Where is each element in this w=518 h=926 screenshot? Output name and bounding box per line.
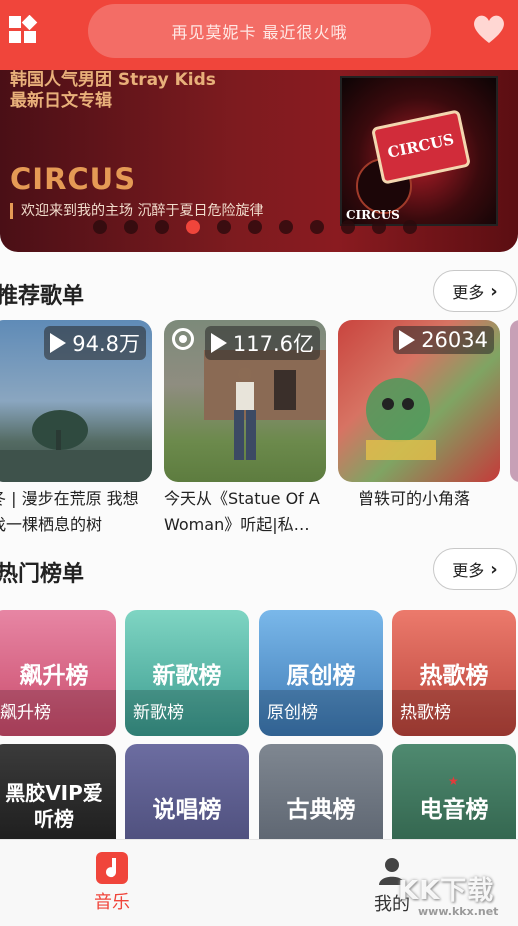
radio-icon (172, 328, 194, 350)
play-count: 117.6亿 (232, 332, 314, 356)
playlist-name: 曾轶可的小角落 (358, 489, 471, 508)
banner-pagination-dots (93, 220, 417, 234)
chart-card-title: 说唱榜 (152, 797, 222, 823)
chart-card-title: 电音榜 (419, 797, 489, 823)
banner-subtitle: 韩国人气男团 Stray Kids 最新日文专辑 (10, 70, 216, 111)
chart-card-title: 黑胶VIP爱听榜 (5, 781, 103, 831)
chevron-right-icon: › (490, 558, 498, 580)
playlist-card[interactable]: 26034 曾轶可的小角落 (338, 320, 500, 512)
play-count: 26034 (421, 328, 488, 352)
nav-label: 音乐 (94, 892, 130, 913)
recommend-more-button[interactable]: 更多 › (433, 270, 517, 312)
pagination-dot[interactable] (155, 220, 169, 234)
play-count-badge: 26034 (393, 326, 494, 354)
playlist-card[interactable]: 117.6亿 今天从《Statue Of A Woman》听起|私… (164, 320, 326, 538)
playlist-name: 冬 | 漫步在荒原 我想找一棵栖息的树 (0, 489, 139, 534)
chart-card-title: 原创榜 (286, 663, 356, 689)
play-count-badge: 94.8万 (44, 326, 146, 360)
more-label: 更多 (452, 283, 485, 302)
chart-card-title: 新歌榜 (152, 663, 222, 689)
playlist-name: 今天从《Statue Of A Woman》听起|私… (164, 489, 320, 534)
pagination-dot[interactable] (248, 220, 262, 234)
chart-card-label: 热歌榜 (392, 690, 516, 736)
chart-card-label: 飙升榜 (0, 690, 116, 736)
album-plate-text: CIRCUS (386, 130, 456, 162)
watermark-url: www.kkx.net (418, 905, 499, 918)
pagination-dot[interactable] (124, 220, 138, 234)
chevron-right-icon: › (490, 280, 498, 302)
chart-card-title: 古典榜 (286, 797, 356, 823)
more-label: 更多 (452, 561, 485, 580)
hot-charts-more-button[interactable]: 更多 › (433, 548, 517, 590)
music-note-icon (96, 852, 128, 884)
pagination-dot[interactable] (279, 220, 293, 234)
chart-card-original[interactable]: 原创榜 原创榜 (259, 610, 383, 736)
play-icon (210, 333, 227, 353)
pagination-dot[interactable] (310, 220, 324, 234)
search-bar[interactable]: 再见莫妮卡 最近很火哦 (88, 4, 431, 58)
section-title-hot-charts: 热门榜单 (0, 562, 85, 587)
search-placeholder: 再见莫妮卡 最近很火哦 (171, 23, 348, 42)
pagination-dot[interactable] (372, 220, 386, 234)
chart-card-hot[interactable]: 热歌榜 热歌榜 (392, 610, 516, 736)
chart-card-label: 新歌榜 (125, 690, 249, 736)
section-title-recommend: 推荐歌单 (0, 284, 85, 309)
pagination-dot[interactable] (341, 220, 355, 234)
play-count-badge: 117.6亿 (204, 326, 320, 360)
nav-item-music[interactable]: 音乐 (94, 852, 130, 914)
pagination-dot[interactable] (403, 220, 417, 234)
playlist-cover (510, 320, 518, 482)
chart-card-title: 飙升榜 (19, 663, 89, 689)
album-cover: CIRCUS CIRCUS (340, 76, 498, 226)
play-icon (50, 333, 67, 353)
playlist-cover: 117.6亿 (164, 320, 326, 482)
chart-card-soaring[interactable]: 飙升榜 飙升榜 (0, 610, 116, 736)
album-plate: CIRCUS (370, 109, 472, 185)
star-icon: ★ (448, 774, 459, 788)
banner-description: 欢迎来到我的主场 沉醉于夏日危险旋律 (10, 203, 263, 219)
playlist-cover: 94.8万 (0, 320, 152, 482)
heart-icon[interactable] (472, 13, 506, 45)
playlist-card-partial[interactable] (510, 320, 518, 482)
apps-grid-icon[interactable] (8, 14, 38, 45)
chart-card-new[interactable]: 新歌榜 新歌榜 (125, 610, 249, 736)
banner-title: CIRCUS (10, 162, 137, 196)
playlist-cover: 26034 (338, 320, 500, 482)
top-app-bar: 再见莫妮卡 最近很火哦 (0, 0, 518, 70)
play-count: 94.8万 (72, 332, 140, 356)
chart-card-label: 原创榜 (259, 690, 383, 736)
play-icon (399, 330, 416, 350)
chart-card-title: 热歌榜 (419, 663, 489, 689)
pagination-dot-active[interactable] (186, 220, 200, 234)
pagination-dot[interactable] (217, 220, 231, 234)
pagination-dot[interactable] (93, 220, 107, 234)
playlist-card[interactable]: 94.8万 冬 | 漫步在荒原 我想找一棵栖息的树 (0, 320, 152, 538)
watermark-logo: KK下载 (398, 876, 495, 906)
